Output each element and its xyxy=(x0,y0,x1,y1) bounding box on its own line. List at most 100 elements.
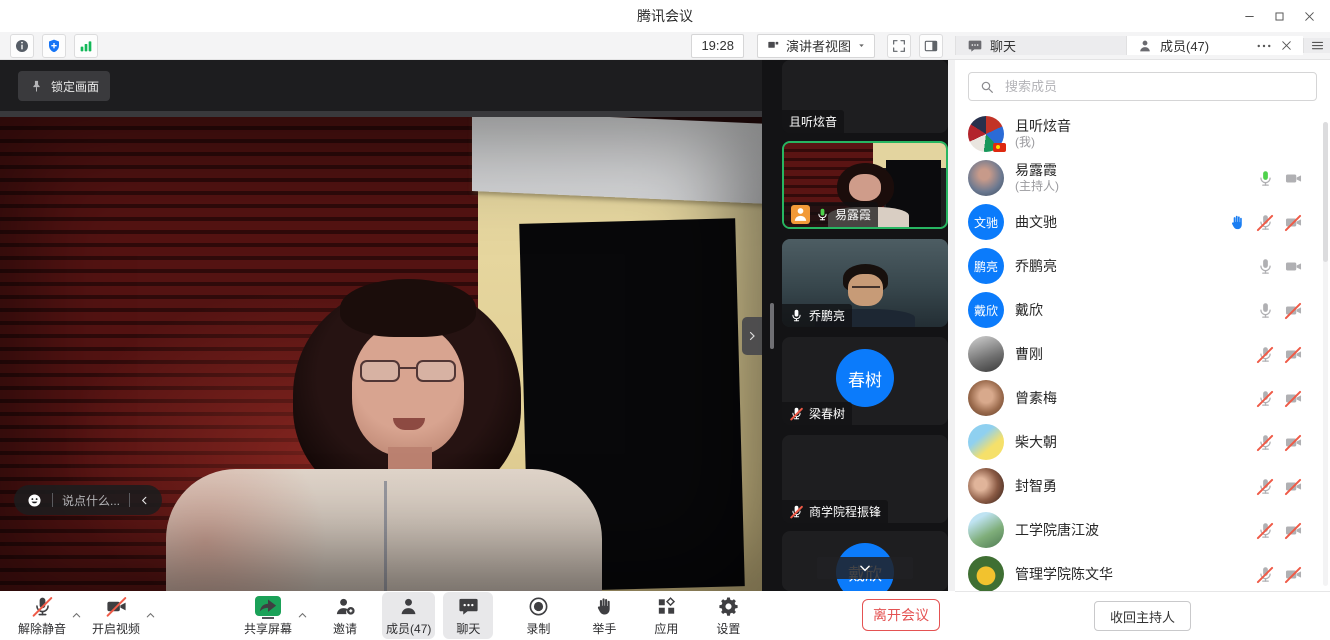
member-name: 封智勇 xyxy=(1015,477,1256,495)
shield-icon xyxy=(46,38,62,54)
quick-message-bubble[interactable]: 说点什么... xyxy=(14,485,162,515)
hamburger-icon xyxy=(1310,38,1325,53)
camera-status-icon xyxy=(1284,169,1303,188)
mic-status-icon xyxy=(1256,389,1275,408)
fullscreen-icon xyxy=(891,38,907,54)
raise-hand-button[interactable]: 举手 xyxy=(579,592,629,639)
chevron-up-icon[interactable] xyxy=(71,610,82,621)
invite-button[interactable]: 邀请 xyxy=(320,592,370,639)
member-row[interactable]: 文驰 曲文驰 xyxy=(968,200,1317,244)
avatar: 文驰 xyxy=(968,204,1004,240)
host-badge-icon xyxy=(791,205,810,224)
video-thumbnail-2[interactable]: 易露霞 xyxy=(782,141,948,229)
unmute-button[interactable]: 解除静音 xyxy=(14,592,70,639)
smiley-icon[interactable] xyxy=(26,492,43,509)
main-video-feed[interactable]: 说点什么... xyxy=(0,117,762,591)
collapse-bubble-icon[interactable] xyxy=(139,495,150,506)
tab-chat[interactable]: 聊天 xyxy=(955,36,1127,55)
member-row[interactable]: 戴欣 戴欣 xyxy=(968,288,1317,332)
pin-view-button[interactable]: 锁定画面 xyxy=(18,71,110,101)
mic-icon xyxy=(815,207,830,222)
member-row[interactable]: 曾素梅 xyxy=(968,376,1317,420)
video-thumbnail-strip: 且听炫音 易露霞 乔鹏亮 春树 梁春树 商学院程振锋 戴欣 xyxy=(762,60,948,591)
member-row[interactable]: 曹刚 xyxy=(968,332,1317,376)
start-video-button[interactable]: 开启视频 xyxy=(88,592,144,639)
member-list-scrollbar[interactable] xyxy=(1323,122,1328,586)
member-search-input[interactable] xyxy=(1003,78,1306,95)
member-name: 戴欣 xyxy=(1015,301,1256,319)
toolbar-right: 19:28 演讲者视图 聊天 成员(47) xyxy=(691,32,1330,59)
member-row[interactable]: 管理学院陈文华 xyxy=(968,552,1317,591)
strip-scrollbar[interactable] xyxy=(770,303,774,349)
collapse-strip-button[interactable] xyxy=(817,557,913,579)
apps-button[interactable]: 应用 xyxy=(641,592,691,639)
side-panel-icon xyxy=(923,38,939,54)
mic-status-icon xyxy=(1256,301,1275,320)
member-row[interactable]: 封智勇 xyxy=(968,464,1317,508)
chat-button[interactable]: 聊天 xyxy=(443,592,493,639)
minimize-button[interactable] xyxy=(1234,2,1264,30)
member-row[interactable]: 柴大朝 xyxy=(968,420,1317,464)
close-panel-icon[interactable] xyxy=(1280,39,1293,52)
video-thumbnail-4[interactable]: 春树 梁春树 xyxy=(782,337,948,425)
participant-name-label: 易露霞 xyxy=(835,206,871,223)
member-search-box xyxy=(968,72,1317,101)
info-icon xyxy=(14,38,30,54)
members-button[interactable]: 成员(47) xyxy=(382,592,435,639)
members-tab-label: 成员(47) xyxy=(1160,36,1209,55)
chevron-up-icon[interactable] xyxy=(145,610,156,621)
mic-status-icon xyxy=(1256,477,1275,496)
close-button[interactable] xyxy=(1294,2,1324,30)
record-button[interactable]: 录制 xyxy=(513,592,563,639)
network-status-button[interactable] xyxy=(74,34,98,58)
meeting-info-button[interactable] xyxy=(10,34,34,58)
pin-icon xyxy=(29,79,44,94)
camera-status-icon xyxy=(1284,257,1303,276)
member-row[interactable]: 鹏亮 乔鹏亮 xyxy=(968,244,1317,288)
thumbnail-avatar: 春树 xyxy=(836,349,894,407)
expand-strip-handle[interactable] xyxy=(742,317,762,355)
video-thumbnail-1[interactable]: 且听炫音 xyxy=(782,60,948,133)
fullscreen-button[interactable] xyxy=(887,34,911,58)
message-placeholder[interactable]: 说点什么... xyxy=(62,492,120,509)
member-row[interactable]: 且听炫音 (我) xyxy=(968,112,1317,156)
panel-menu-button[interactable] xyxy=(1303,38,1330,53)
member-role-label: (我) xyxy=(1015,135,1303,151)
mic-icon xyxy=(789,308,804,323)
video-thumbnail-5[interactable]: 商学院程振锋 xyxy=(782,435,948,523)
tencent-meeting-window: 腾讯会议 19:28 演讲者视图 聊天 xyxy=(0,0,1330,640)
security-button[interactable] xyxy=(42,34,66,58)
invite-icon xyxy=(334,595,357,618)
participant-name-label: 梁春树 xyxy=(809,405,845,422)
window-title: 腾讯会议 xyxy=(637,6,693,26)
settings-button[interactable]: 设置 xyxy=(703,592,753,639)
maximize-button[interactable] xyxy=(1264,2,1294,30)
view-mode-dropdown[interactable]: 演讲者视图 xyxy=(757,34,875,58)
close-icon xyxy=(1303,10,1316,23)
hand-icon xyxy=(593,595,616,618)
pin-label: 锁定画面 xyxy=(51,78,99,95)
side-panel-button[interactable] xyxy=(919,34,943,58)
avatar xyxy=(968,512,1004,548)
minimize-icon xyxy=(1243,10,1256,23)
control-bar: 解除静音 开启视频 共享屏幕 邀请 成员(47) 聊天 录制 xyxy=(0,591,955,640)
share-screen-button[interactable]: 共享屏幕 xyxy=(240,592,296,639)
participant-name-label: 商学院程振锋 xyxy=(809,503,881,520)
chat-icon xyxy=(967,38,983,54)
member-row[interactable]: 工学院唐江波 xyxy=(968,508,1317,552)
search-icon xyxy=(979,79,995,95)
avatar: 鹏亮 xyxy=(968,248,1004,284)
camera-status-icon xyxy=(1284,389,1303,408)
mic-status-icon xyxy=(1256,565,1275,584)
thumbnail-label: 梁春树 xyxy=(782,402,852,425)
more-options-icon[interactable] xyxy=(1255,37,1273,55)
mic-status-icon xyxy=(1256,257,1275,276)
reclaim-host-button[interactable]: 收回主持人 xyxy=(1094,601,1191,631)
chevron-up-icon[interactable] xyxy=(297,610,308,621)
leave-meeting-button[interactable]: 离开会议 xyxy=(862,599,940,631)
speaker-stage: 锁定画面 xyxy=(0,60,762,591)
member-row[interactable]: 易露霞 (主持人) xyxy=(968,156,1317,200)
tab-members[interactable]: 成员(47) xyxy=(1127,36,1303,55)
raised-hand-icon xyxy=(1228,213,1247,232)
video-thumbnail-3[interactable]: 乔鹏亮 xyxy=(782,239,948,327)
